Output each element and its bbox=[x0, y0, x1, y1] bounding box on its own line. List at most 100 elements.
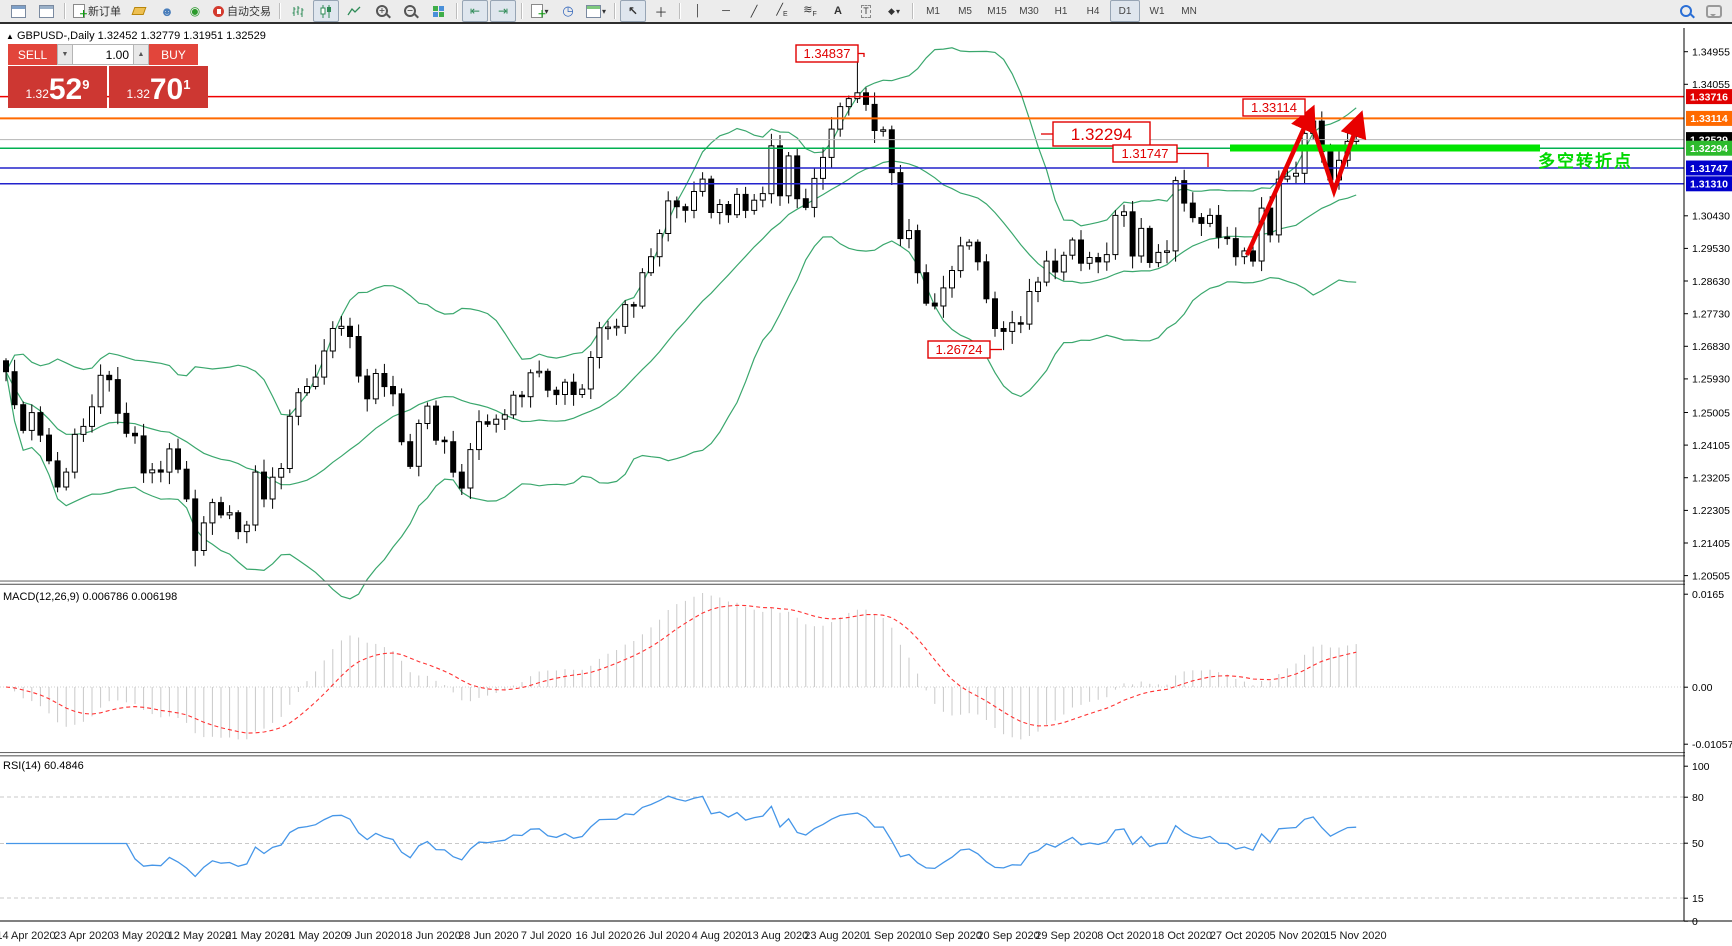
svg-text:1.34955: 1.34955 bbox=[1692, 47, 1730, 59]
volume-input[interactable] bbox=[73, 44, 133, 65]
price-annotation[interactable]: 1.26724 bbox=[928, 341, 990, 358]
timeframe-m30[interactable]: M30 bbox=[1014, 0, 1044, 22]
vertical-line-tool[interactable]: │ bbox=[685, 0, 711, 22]
price-annotation[interactable]: 1.33114 bbox=[1243, 99, 1305, 116]
chart-area[interactable]: 1.348371.331141.322941.317471.26724多空转折点… bbox=[0, 0, 1732, 946]
crosshair-tool[interactable]: ＋ bbox=[648, 0, 674, 22]
svg-text:29 Sep 2020: 29 Sep 2020 bbox=[1035, 930, 1097, 942]
clock-icon: ◷ bbox=[562, 3, 573, 19]
chevron-down-icon: ▼ bbox=[62, 51, 69, 58]
price-badge: 1.31747 bbox=[1686, 161, 1732, 176]
note-text[interactable]: 多空转折点 bbox=[1538, 151, 1633, 171]
new-chart-button[interactable] bbox=[5, 0, 31, 22]
channel-tool[interactable]: ╱E bbox=[769, 0, 795, 22]
buy-price[interactable]: 1.32 70 1 bbox=[109, 66, 208, 108]
chevron-down-icon: ▾ bbox=[896, 7, 900, 16]
price-annotation[interactable]: 1.32294 bbox=[1053, 122, 1150, 146]
svg-text:7 Jul 2020: 7 Jul 2020 bbox=[521, 930, 572, 942]
price-badge: 1.31310 bbox=[1686, 176, 1732, 191]
shapes-tool[interactable]: ◆▾ bbox=[881, 0, 907, 22]
search-button[interactable] bbox=[1673, 0, 1699, 22]
price-annotation[interactable]: 1.31747 bbox=[1113, 145, 1177, 162]
price-badge: 1.33114 bbox=[1686, 111, 1732, 126]
svg-text:1.27730: 1.27730 bbox=[1692, 309, 1730, 321]
zoom-out-button[interactable]: − bbox=[397, 0, 423, 22]
chat-button[interactable] bbox=[1701, 0, 1727, 22]
toolbar: ＋ 新订单 ☻ ◉ 自动交易 + − ⇤ ⇥ ＋▾ ◷ ▾ ↖ bbox=[0, 0, 1732, 24]
symbol-name: GBPUSD-,Daily bbox=[17, 30, 95, 42]
svg-text:23 Apr 2020: 23 Apr 2020 bbox=[54, 930, 113, 942]
timeframe-h1[interactable]: H1 bbox=[1046, 0, 1076, 22]
eraser-icon bbox=[132, 7, 147, 15]
trend-arrow[interactable] bbox=[1311, 121, 1358, 191]
collapse-triangle-icon[interactable]: ▲ bbox=[6, 32, 14, 41]
svg-text:1.33716: 1.33716 bbox=[1690, 91, 1728, 103]
mt4-window: 1.348371.331141.322941.317471.26724多空转折点… bbox=[0, 0, 1732, 946]
timeframe-w1[interactable]: W1 bbox=[1142, 0, 1172, 22]
signals-button[interactable]: ◉ bbox=[182, 0, 208, 22]
svg-text:50: 50 bbox=[1692, 838, 1704, 850]
toolbar-separator bbox=[279, 3, 280, 19]
auto-scroll-button[interactable]: ⇤ bbox=[462, 0, 488, 22]
svg-text:100: 100 bbox=[1692, 761, 1710, 773]
channel-icon: ╱E bbox=[776, 3, 787, 18]
cursor-icon: ↖ bbox=[628, 4, 638, 18]
timeframe-mn[interactable]: MN bbox=[1174, 0, 1204, 22]
indicators-icon: ＋ bbox=[531, 4, 543, 18]
timeframe-m1[interactable]: M1 bbox=[918, 0, 948, 22]
volume-decrease-button[interactable]: ▼ bbox=[57, 44, 73, 65]
price-annotation[interactable]: 1.34837 bbox=[796, 45, 858, 62]
chart-shift-button[interactable]: ⇥ bbox=[490, 0, 516, 22]
templates-button[interactable]: ▾ bbox=[583, 0, 609, 22]
timeframe-m15[interactable]: M15 bbox=[982, 0, 1012, 22]
eraser-button[interactable] bbox=[126, 0, 152, 22]
chat-icon bbox=[1706, 5, 1722, 18]
svg-text:1.20505: 1.20505 bbox=[1692, 570, 1730, 582]
sell-price-point: 9 bbox=[82, 77, 89, 92]
highlight-bar[interactable] bbox=[1230, 145, 1540, 152]
tile-windows-button[interactable] bbox=[425, 0, 451, 22]
horizontal-line-tool[interactable]: ─ bbox=[713, 0, 739, 22]
cursor-tool[interactable]: ↖ bbox=[620, 0, 646, 22]
crosshair-icon: ＋ bbox=[655, 2, 668, 21]
timeframe-h4[interactable]: H4 bbox=[1078, 0, 1108, 22]
auto-trading-label: 自动交易 bbox=[227, 3, 271, 19]
buy-button[interactable]: BUY bbox=[149, 44, 198, 65]
text-tool[interactable]: A bbox=[825, 0, 851, 22]
bar-chart-button[interactable] bbox=[285, 0, 311, 22]
candlestick-chart-button[interactable] bbox=[313, 0, 339, 22]
search-icon bbox=[1680, 5, 1692, 17]
auto-trading-button[interactable]: 自动交易 bbox=[210, 0, 274, 22]
svg-text:12 May 2020: 12 May 2020 bbox=[168, 930, 232, 942]
timeframe-m5[interactable]: M5 bbox=[950, 0, 980, 22]
zoom-in-icon: + bbox=[376, 5, 388, 17]
sell-price[interactable]: 1.32 52 9 bbox=[8, 66, 107, 108]
text-label-tool[interactable]: T bbox=[853, 0, 879, 22]
svg-text:15: 15 bbox=[1692, 893, 1704, 905]
sell-button[interactable]: SELL bbox=[8, 44, 57, 65]
volume-increase-button[interactable]: ▲ bbox=[133, 44, 149, 65]
svg-text:31 May 2020: 31 May 2020 bbox=[283, 930, 347, 942]
svg-text:26 Jul 2020: 26 Jul 2020 bbox=[633, 930, 690, 942]
candlesticks bbox=[4, 56, 1359, 566]
timeframe-d1[interactable]: D1 bbox=[1110, 0, 1140, 22]
period-button[interactable]: ◷ bbox=[555, 0, 581, 22]
trendline-tool[interactable]: ╱ bbox=[741, 0, 767, 22]
svg-text:27 Oct 2020: 27 Oct 2020 bbox=[1210, 930, 1270, 942]
accounts-button[interactable]: ☻ bbox=[154, 0, 180, 22]
line-chart-button[interactable] bbox=[341, 0, 367, 22]
new-order-icon: ＋ bbox=[73, 4, 85, 18]
zoom-in-button[interactable]: + bbox=[369, 0, 395, 22]
new-order-button[interactable]: ＋ 新订单 bbox=[70, 0, 124, 22]
shapes-icon: ◆ bbox=[888, 6, 895, 17]
one-click-trading-panel: SELL ▼ ▲ BUY 1.32 52 9 1.32 70 1 bbox=[8, 44, 208, 108]
window-icon bbox=[11, 5, 26, 18]
fibonacci-tool[interactable]: ≋F bbox=[797, 0, 823, 22]
svg-text:3 May 2020: 3 May 2020 bbox=[113, 930, 170, 942]
indicators-button[interactable]: ＋▾ bbox=[527, 0, 553, 22]
macd-signal-line bbox=[6, 605, 1356, 733]
svg-text:1.31310: 1.31310 bbox=[1690, 179, 1728, 191]
trendline-icon: ╱ bbox=[751, 5, 758, 18]
chart-profile-button[interactable] bbox=[33, 0, 59, 22]
svg-text:1.32294: 1.32294 bbox=[1071, 125, 1132, 144]
